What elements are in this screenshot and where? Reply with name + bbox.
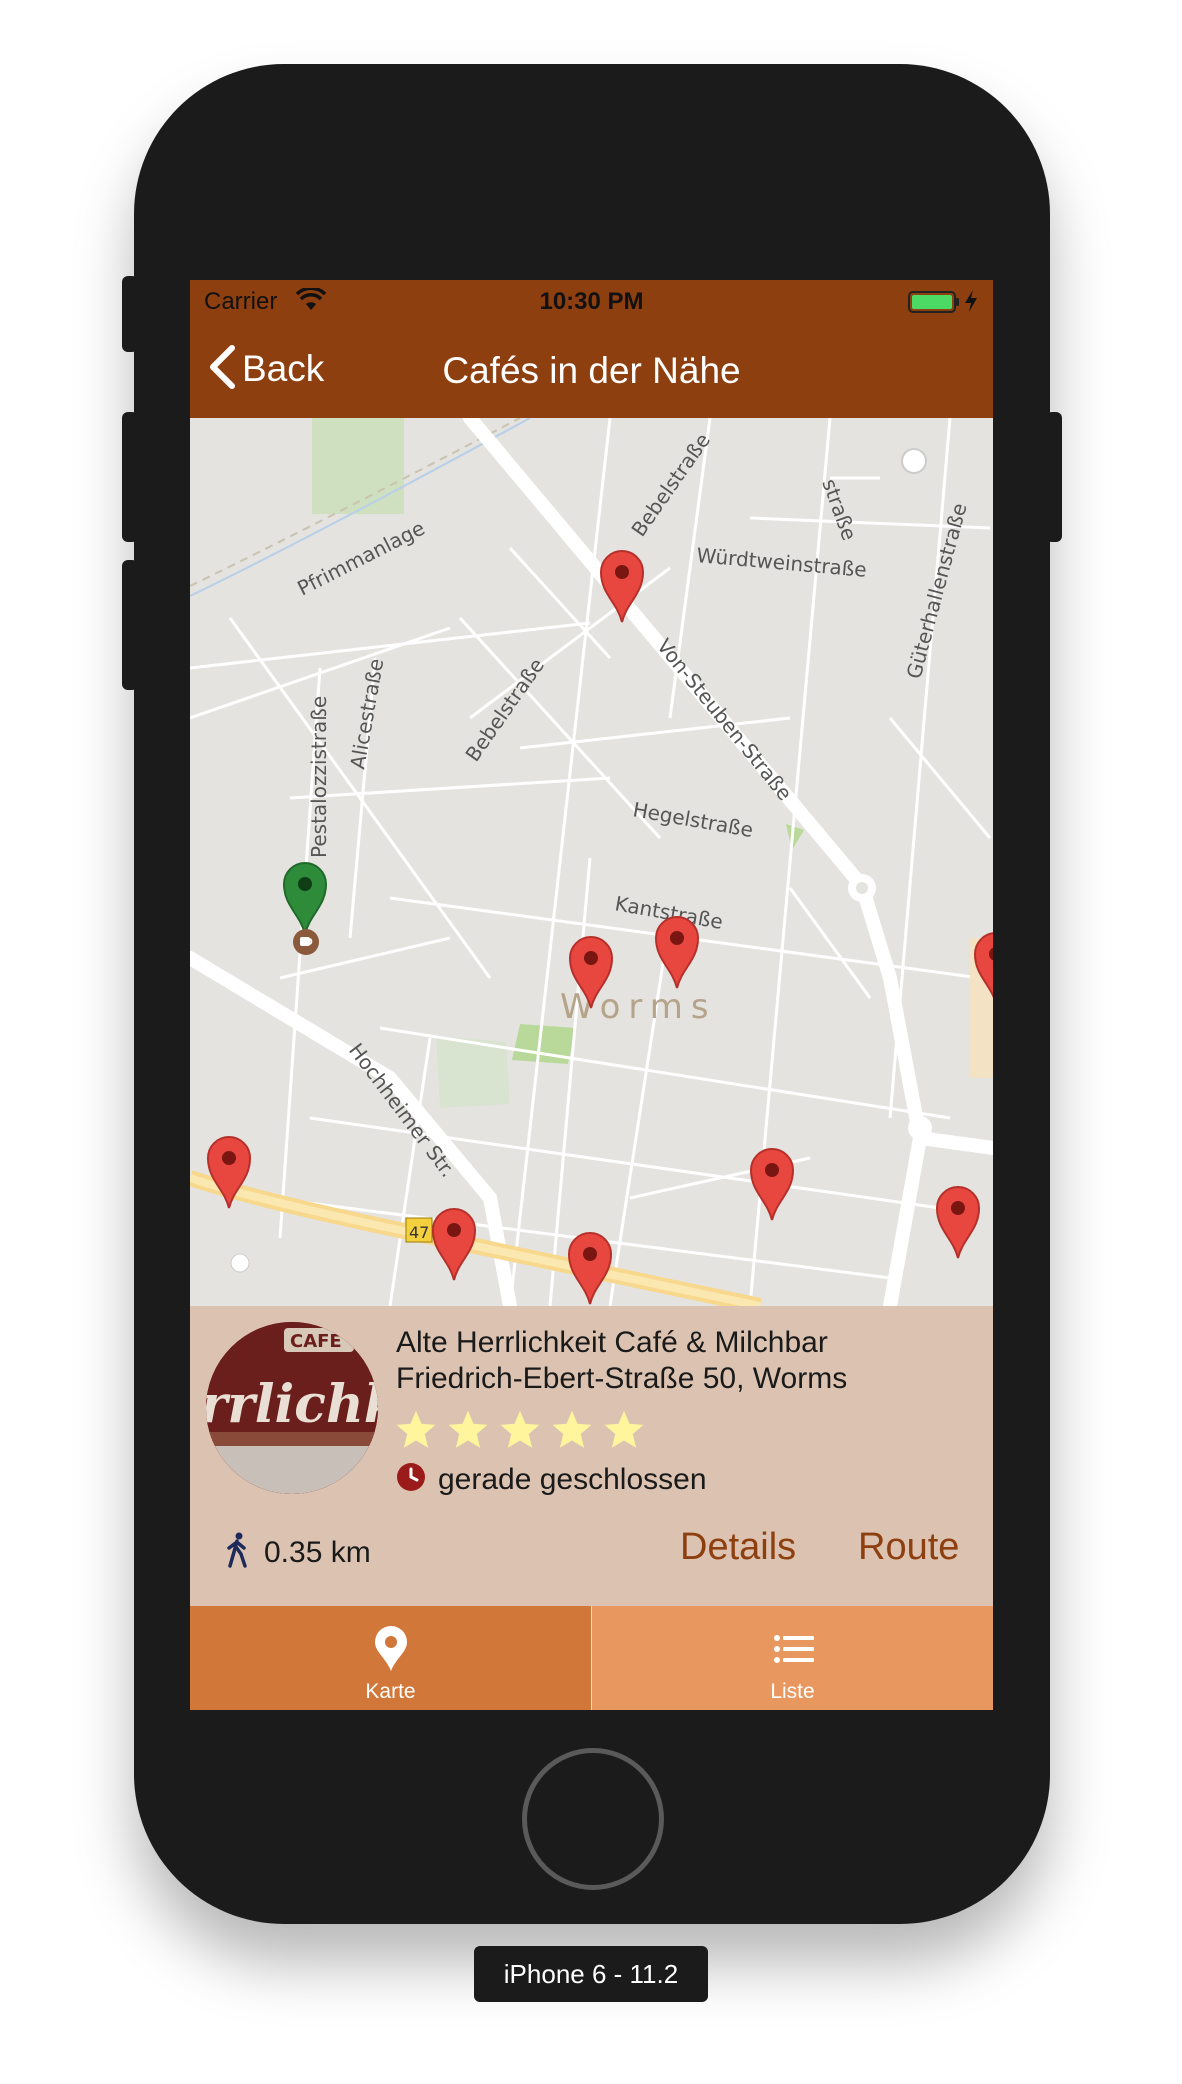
opening-status: gerade geschlossen xyxy=(396,1462,707,1497)
status-text: gerade geschlossen xyxy=(438,1462,707,1496)
star-icon xyxy=(500,1410,540,1448)
mute-switch xyxy=(122,276,138,352)
cafe-pin[interactable] xyxy=(935,1184,981,1260)
cafe-pin[interactable] xyxy=(206,1134,252,1210)
route-button[interactable]: Route xyxy=(858,1526,959,1569)
star-icon xyxy=(396,1410,436,1448)
clock: 10:30 PM xyxy=(539,288,644,315)
star-icon xyxy=(448,1410,488,1448)
cafe-pin[interactable] xyxy=(431,1206,477,1282)
star-icon xyxy=(552,1410,592,1448)
power-button xyxy=(1046,412,1062,542)
road-shield: 47 xyxy=(409,1223,429,1242)
app-screen: Carrier 10:30 PM Back Cafés in der Nähe … xyxy=(190,280,993,1710)
tab-label: Karte xyxy=(365,1680,416,1703)
cafe-pin[interactable] xyxy=(568,934,614,1010)
selected-cafe-pin[interactable] xyxy=(282,860,328,936)
distance-text: 0.35 km xyxy=(264,1535,371,1569)
battery-icon xyxy=(908,290,960,321)
tab-label: Liste xyxy=(770,1680,815,1703)
device-label: iPhone 6 - 11.2 xyxy=(474,1946,708,2002)
map-pin-icon xyxy=(374,1626,408,1677)
photo-sign-top: CAFE xyxy=(290,1331,342,1352)
cafe-pin[interactable] xyxy=(749,1146,795,1222)
tab-karte[interactable]: Karte xyxy=(190,1606,591,1710)
tab-liste[interactable]: Liste xyxy=(592,1606,993,1710)
status-bar: Carrier 10:30 PM xyxy=(190,280,993,322)
list-icon xyxy=(774,1634,814,1669)
photo-sign-main: rrlichk xyxy=(206,1374,378,1435)
street-label: Pestalozzistraße xyxy=(307,696,331,858)
cafe-pin[interactable] xyxy=(567,1230,613,1306)
rating-stars xyxy=(394,1408,646,1452)
cafe-pin[interactable] xyxy=(973,930,993,1006)
star-icon xyxy=(604,1410,644,1448)
charging-bolt-icon xyxy=(964,290,978,319)
cafe-info-card[interactable]: CAFE rrlichk Alte Herrlichkeit Café & Mi… xyxy=(190,1306,993,1606)
home-button[interactable] xyxy=(522,1748,664,1890)
cafe-name: Alte Herrlichkeit Café & Milchbar xyxy=(396,1326,828,1359)
clock-icon xyxy=(396,1462,426,1497)
page-title: Cafés in der Nähe xyxy=(442,350,741,391)
volume-up-button xyxy=(122,412,138,542)
cafe-address: Friedrich-Ebert-Straße 50, Worms xyxy=(396,1362,848,1395)
volume-down-button xyxy=(122,560,138,690)
navigation-bar: Back Cafés in der Nähe xyxy=(190,322,993,418)
cafe-pin[interactable] xyxy=(654,914,700,990)
distance-info: 0.35 km xyxy=(226,1532,371,1573)
tab-bar: Karte Liste xyxy=(190,1606,993,1710)
walking-person-icon xyxy=(226,1532,250,1573)
cafe-pin[interactable] xyxy=(599,548,645,624)
details-button[interactable]: Details xyxy=(680,1526,796,1569)
map-view[interactable]: Pfrimmanlage Bebelstraße Würdtweinstraße… xyxy=(190,418,993,1306)
cafe-photo: CAFE rrlichk xyxy=(206,1322,378,1494)
